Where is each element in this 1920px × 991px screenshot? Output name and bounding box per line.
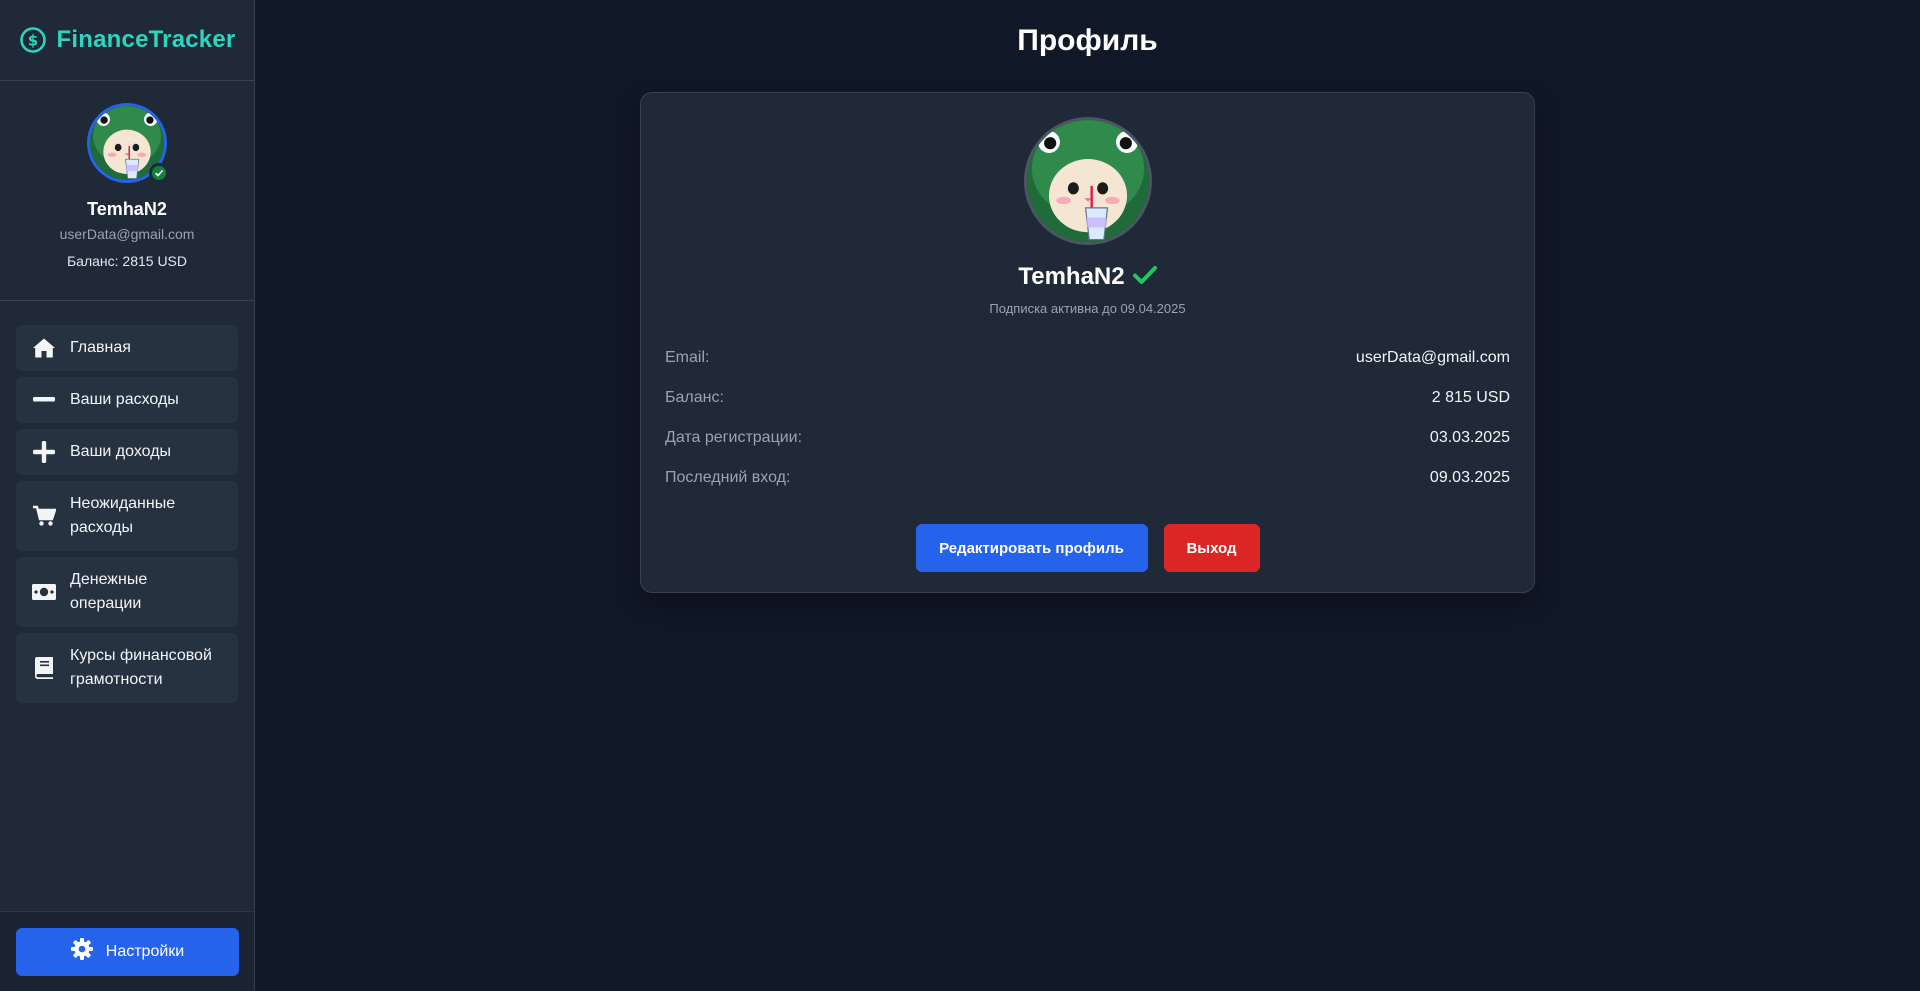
sidebar-item-unexpected-expenses[interactable]: Неожиданные расходы: [16, 481, 238, 551]
info-row-balance: Баланс: 2 815 USD: [665, 378, 1510, 418]
sidebar-item-incomes[interactable]: Ваши доходы: [16, 429, 238, 475]
verified-check-icon: [1132, 265, 1157, 290]
main-content: Профиль TemhaN2 Подписка активна до 09.0…: [255, 0, 1920, 991]
sidebar-user-balance: Баланс: 2815 USD: [66, 253, 188, 269]
sidebar: $ FinanceTracker TemhaN2 userData@gmail.…: [0, 0, 255, 991]
gear-icon: [70, 937, 94, 966]
sidebar-item-home[interactable]: Главная: [16, 325, 238, 371]
check-icon: [149, 163, 169, 183]
info-value: userData@gmail.com: [1355, 349, 1510, 366]
app-root: $ FinanceTracker TemhaN2 userData@gmail.…: [0, 0, 1920, 991]
brand-logo[interactable]: $ FinanceTracker: [0, 0, 254, 81]
plus-icon: [32, 440, 56, 464]
info-row-registration-date: Дата регистрации: 03.03.2025: [665, 418, 1510, 458]
sidebar-item-money-operations[interactable]: Денежные операции: [16, 557, 238, 627]
info-label: Дата регистрации:: [665, 429, 803, 446]
sidebar-item-finance-courses[interactable]: Курсы финансовой грамотности: [16, 633, 238, 703]
profile-name: TemhaN2: [1018, 263, 1125, 290]
brand-name: FinanceTracker: [56, 26, 236, 53]
sidebar-item-label: Главная: [70, 339, 131, 356]
home-icon: [32, 336, 56, 360]
svg-text:$: $: [27, 32, 37, 50]
info-label: Email:: [665, 349, 710, 366]
sidebar-user-email: userData@gmail.com: [59, 226, 195, 242]
logout-button[interactable]: Выход: [1163, 524, 1260, 572]
info-label: Баланс:: [665, 389, 724, 406]
book-icon: [32, 656, 56, 680]
sidebar-item-label: Ваши доходы: [70, 443, 172, 460]
settings-label: Настройки: [105, 942, 185, 960]
avatar[interactable]: [1023, 117, 1152, 245]
minus-icon: [32, 388, 56, 412]
user-summary: TemhaN2 userData@gmail.com Баланс: 2815 …: [0, 81, 254, 301]
sidebar-item-label: Ваши расходы: [70, 391, 179, 408]
sidebar-avatar-wrapper[interactable]: [87, 103, 169, 183]
profile-info-list: Email: userData@gmail.com Баланс: 2 815 …: [665, 338, 1510, 498]
profile-name-row: TemhaN2: [665, 263, 1510, 291]
profile-avatar-wrapper: [665, 117, 1510, 245]
info-row-last-login: Последний вход: 09.03.2025: [665, 458, 1510, 498]
sidebar-item-label: Денежные операции: [70, 571, 148, 612]
edit-profile-button[interactable]: Редактировать профиль: [915, 524, 1148, 572]
settings-button[interactable]: Настройки: [15, 927, 239, 976]
sidebar-nav: Главная Ваши расходы Ваши доходы Неожида…: [0, 301, 254, 703]
info-value: 09.03.2025: [1429, 469, 1510, 486]
info-value: 2 815 USD: [1431, 389, 1510, 406]
subscription-status: Подписка активна до 09.04.2025: [989, 301, 1186, 316]
info-value: 03.03.2025: [1429, 429, 1510, 446]
sidebar-item-expenses[interactable]: Ваши расходы: [16, 377, 238, 423]
info-row-email: Email: userData@gmail.com: [665, 338, 1510, 378]
profile-card: TemhaN2 Подписка активна до 09.04.2025 E…: [640, 92, 1535, 593]
dollar-circle-icon: $: [19, 26, 47, 54]
shopping-cart-icon: [32, 504, 56, 528]
sidebar-footer: Настройки: [0, 911, 254, 991]
sidebar-item-label: Неожиданные расходы: [70, 495, 176, 536]
page-title: Профиль: [1017, 24, 1158, 57]
info-label: Последний вход:: [665, 469, 791, 486]
money-bill-icon: [32, 580, 56, 604]
sidebar-user-name: TemhaN2: [87, 199, 167, 219]
profile-actions: Редактировать профиль Выход: [665, 524, 1510, 572]
sidebar-item-label: Курсы финансовой грамотности: [70, 647, 212, 688]
